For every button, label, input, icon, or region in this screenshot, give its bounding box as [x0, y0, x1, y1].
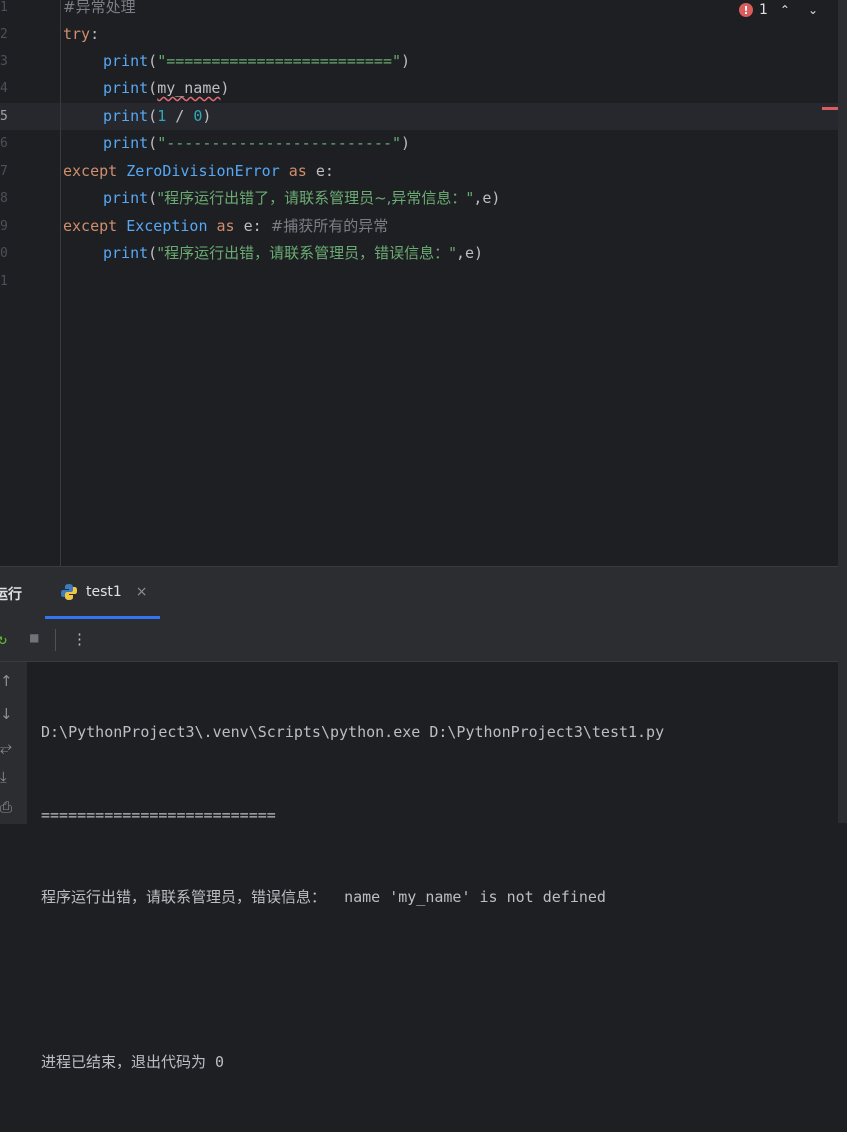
- run-panel: 运行 test1 × ↻ ■ ⋮ ↑ ↓ ⥂ ⤓ ⎙ D:\PythonProj…: [0, 566, 838, 1071]
- punctuation: (: [148, 107, 158, 125]
- punctuation: ): [401, 134, 411, 152]
- keyword: as: [288, 162, 307, 180]
- code-line[interactable]: try:: [63, 21, 99, 48]
- print-icon[interactable]: ⎙: [0, 798, 12, 816]
- console-side-toolbar: ↑ ↓ ⥂ ⤓ ⎙: [0, 662, 27, 824]
- code-line-current[interactable]: print(1 / 0): [63, 103, 211, 130]
- run-toolbar: ↻ ■ ⋮: [0, 619, 838, 662]
- next-problem-button[interactable]: ⌄: [802, 3, 824, 17]
- line-number: 0: [0, 246, 8, 261]
- variable: e:: [315, 162, 334, 180]
- function-name: print: [103, 189, 149, 207]
- run-panel-title: 运行: [0, 587, 22, 603]
- punctuation: ,e): [473, 189, 501, 207]
- code-line[interactable]: #异常处理: [63, 0, 136, 21]
- string-literal: "程序运行出错，请联系管理员，错误信息：": [157, 244, 456, 262]
- code-line[interactable]: print("========================="): [63, 48, 410, 75]
- stop-icon[interactable]: ■: [30, 630, 38, 646]
- scroll-up-icon[interactable]: ↑: [0, 672, 13, 690]
- class-name: ZeroDivisionError: [126, 162, 280, 180]
- error-count: 1: [758, 2, 768, 18]
- punctuation: ): [220, 79, 230, 97]
- line-number-current: 5: [0, 109, 8, 124]
- console-line-command: D:\PythonProject3\.venv\Scripts\python.e…: [41, 723, 665, 741]
- code-editor[interactable]: 1 2 3 4 5 6 7 8 9 0 1 #异常处理 try: print("…: [0, 0, 838, 566]
- function-name: print: [103, 134, 149, 152]
- error-stripe-marker[interactable]: [822, 107, 838, 110]
- code-line[interactable]: print("-------------------------"): [63, 130, 410, 157]
- punctuation: ): [401, 52, 411, 70]
- line-number-gutter: 1 2 3 4 5 6 7 8 9 0 1: [0, 0, 61, 566]
- console-output[interactable]: D:\PythonProject3\.venv\Scripts\python.e…: [41, 664, 664, 1132]
- function-name: print: [103, 79, 149, 97]
- soft-wrap-icon[interactable]: ⥂: [0, 738, 12, 756]
- operator: /: [166, 107, 194, 125]
- punctuation: ,e): [456, 244, 484, 262]
- punctuation: (: [148, 244, 158, 262]
- punctuation: ): [202, 107, 212, 125]
- variable: e:: [243, 217, 262, 235]
- line-number: 2: [0, 27, 8, 42]
- undefined-identifier: my_name: [157, 79, 221, 97]
- punctuation: (: [148, 52, 158, 70]
- function-name: print: [103, 107, 149, 125]
- string-literal: "-------------------------": [157, 134, 402, 152]
- run-tab-bar: 运行 test1 ×: [0, 567, 838, 620]
- inspection-widget[interactable]: ! 1 ⌃ ⌄: [738, 0, 824, 20]
- comment: #捕获所有的异常: [270, 217, 389, 235]
- more-options-icon[interactable]: ⋮: [72, 630, 87, 648]
- line-number: 4: [0, 81, 8, 96]
- vertical-scrollbar[interactable]: [838, 0, 847, 823]
- line-number: 3: [0, 54, 8, 69]
- punctuation: (: [148, 189, 158, 207]
- line-number: 8: [0, 191, 8, 206]
- code-line[interactable]: except Exception as e: #捕获所有的异常: [63, 213, 388, 240]
- scroll-to-end-icon[interactable]: ⤓: [0, 768, 7, 786]
- line-number: 1: [0, 0, 8, 15]
- function-name: print: [103, 244, 149, 262]
- string-literal: "程序运行出错了，请联系管理员~,异常信息：": [157, 189, 474, 207]
- code-line[interactable]: print(my_name): [63, 75, 229, 102]
- python-icon: [60, 583, 78, 601]
- keyword: except: [63, 217, 118, 235]
- comment: #异常处理: [63, 0, 136, 16]
- console-line-exit: 进程已结束，退出代码为 0: [41, 1053, 225, 1071]
- keyword: as: [216, 217, 235, 235]
- error-icon: !: [738, 3, 753, 17]
- code-line[interactable]: print("程序运行出错，请联系管理员，错误信息：",e): [63, 240, 483, 267]
- punctuation: (: [148, 134, 158, 152]
- tab-label: test1: [86, 583, 122, 600]
- tab-test1[interactable]: test1 ×: [45, 567, 160, 619]
- number-literal: 1: [157, 107, 167, 125]
- code-line[interactable]: except ZeroDivisionError as e:: [63, 158, 334, 185]
- previous-problem-button[interactable]: ⌃: [774, 3, 796, 17]
- function-name: print: [103, 52, 149, 70]
- class-name: Exception: [126, 217, 208, 235]
- scroll-down-icon[interactable]: ↓: [0, 705, 13, 723]
- line-number: 9: [0, 219, 8, 234]
- line-number: 1: [0, 274, 8, 289]
- line-number: 7: [0, 164, 8, 179]
- code-line[interactable]: print("程序运行出错了，请联系管理员~,异常信息：",e): [63, 185, 500, 212]
- punctuation: (: [148, 79, 158, 97]
- string-literal: "=========================": [157, 52, 402, 70]
- console-line: ==========================: [41, 805, 276, 824]
- rerun-icon[interactable]: ↻: [0, 630, 7, 648]
- keyword: try: [63, 25, 91, 43]
- number-literal: 0: [193, 107, 203, 125]
- keyword: except: [63, 162, 118, 180]
- line-number: 6: [0, 136, 8, 151]
- close-tab-icon[interactable]: ×: [136, 584, 148, 600]
- punctuation: :: [90, 25, 100, 43]
- toolbar-separator: [55, 629, 56, 651]
- console-line-error: 程序运行出错，请联系管理员，错误信息： name 'my_name' is no…: [41, 888, 606, 906]
